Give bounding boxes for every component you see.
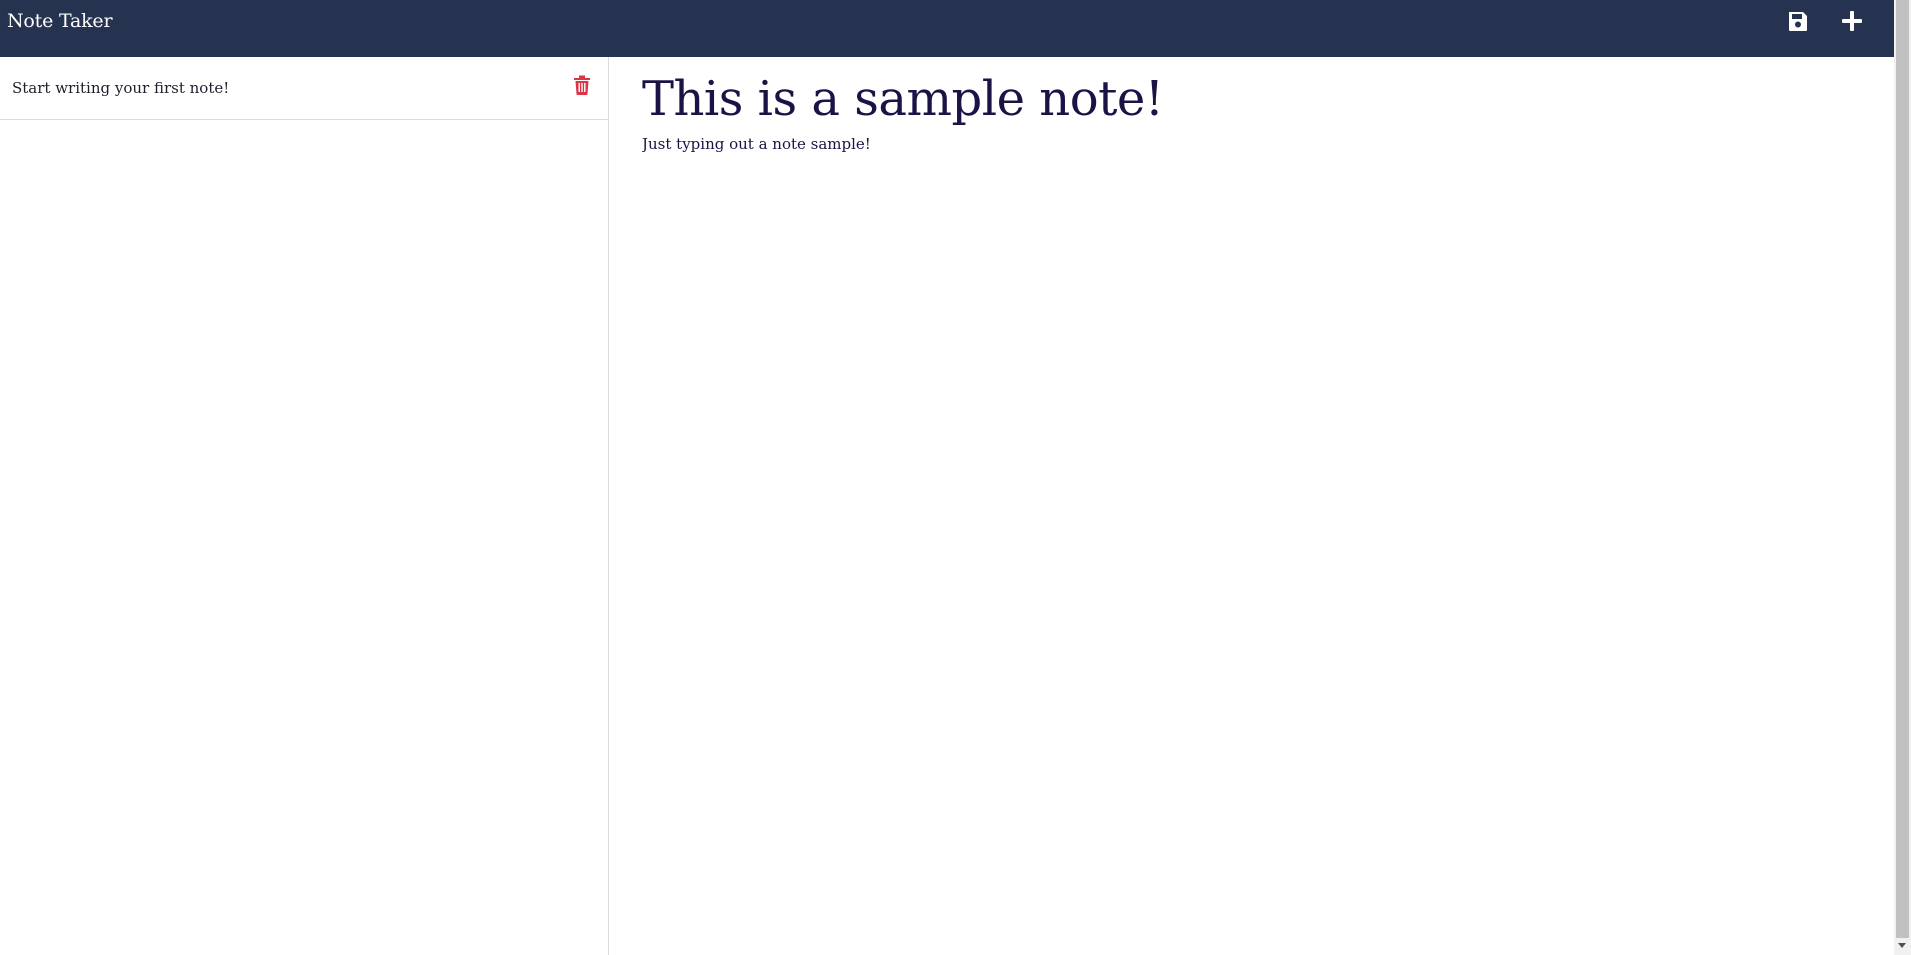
note-list-item-title[interactable]: Start writing your first note! — [12, 79, 229, 97]
app-root: Note Taker Start writing your first note… — [0, 0, 1911, 955]
note-editor: Just typing out a note sample! — [610, 57, 1894, 955]
note-title-input[interactable] — [642, 65, 1842, 133]
scroll-down-arrow-icon[interactable] — [1898, 943, 1906, 948]
trash-icon[interactable] — [574, 75, 590, 95]
scrollbar-thumb[interactable] — [1896, 0, 1909, 938]
vertical-scrollbar[interactable] — [1894, 0, 1911, 955]
app-title[interactable]: Note Taker — [7, 10, 113, 32]
notes-sidebar: Start writing your first note! — [0, 57, 609, 955]
navbar: Note Taker — [0, 0, 1894, 57]
note-text-area[interactable]: Just typing out a note sample! — [642, 135, 1842, 835]
save-note-icon[interactable] — [1786, 9, 1810, 33]
note-list-item[interactable]: Start writing your first note! — [0, 57, 608, 120]
new-note-icon[interactable] — [1840, 9, 1864, 33]
